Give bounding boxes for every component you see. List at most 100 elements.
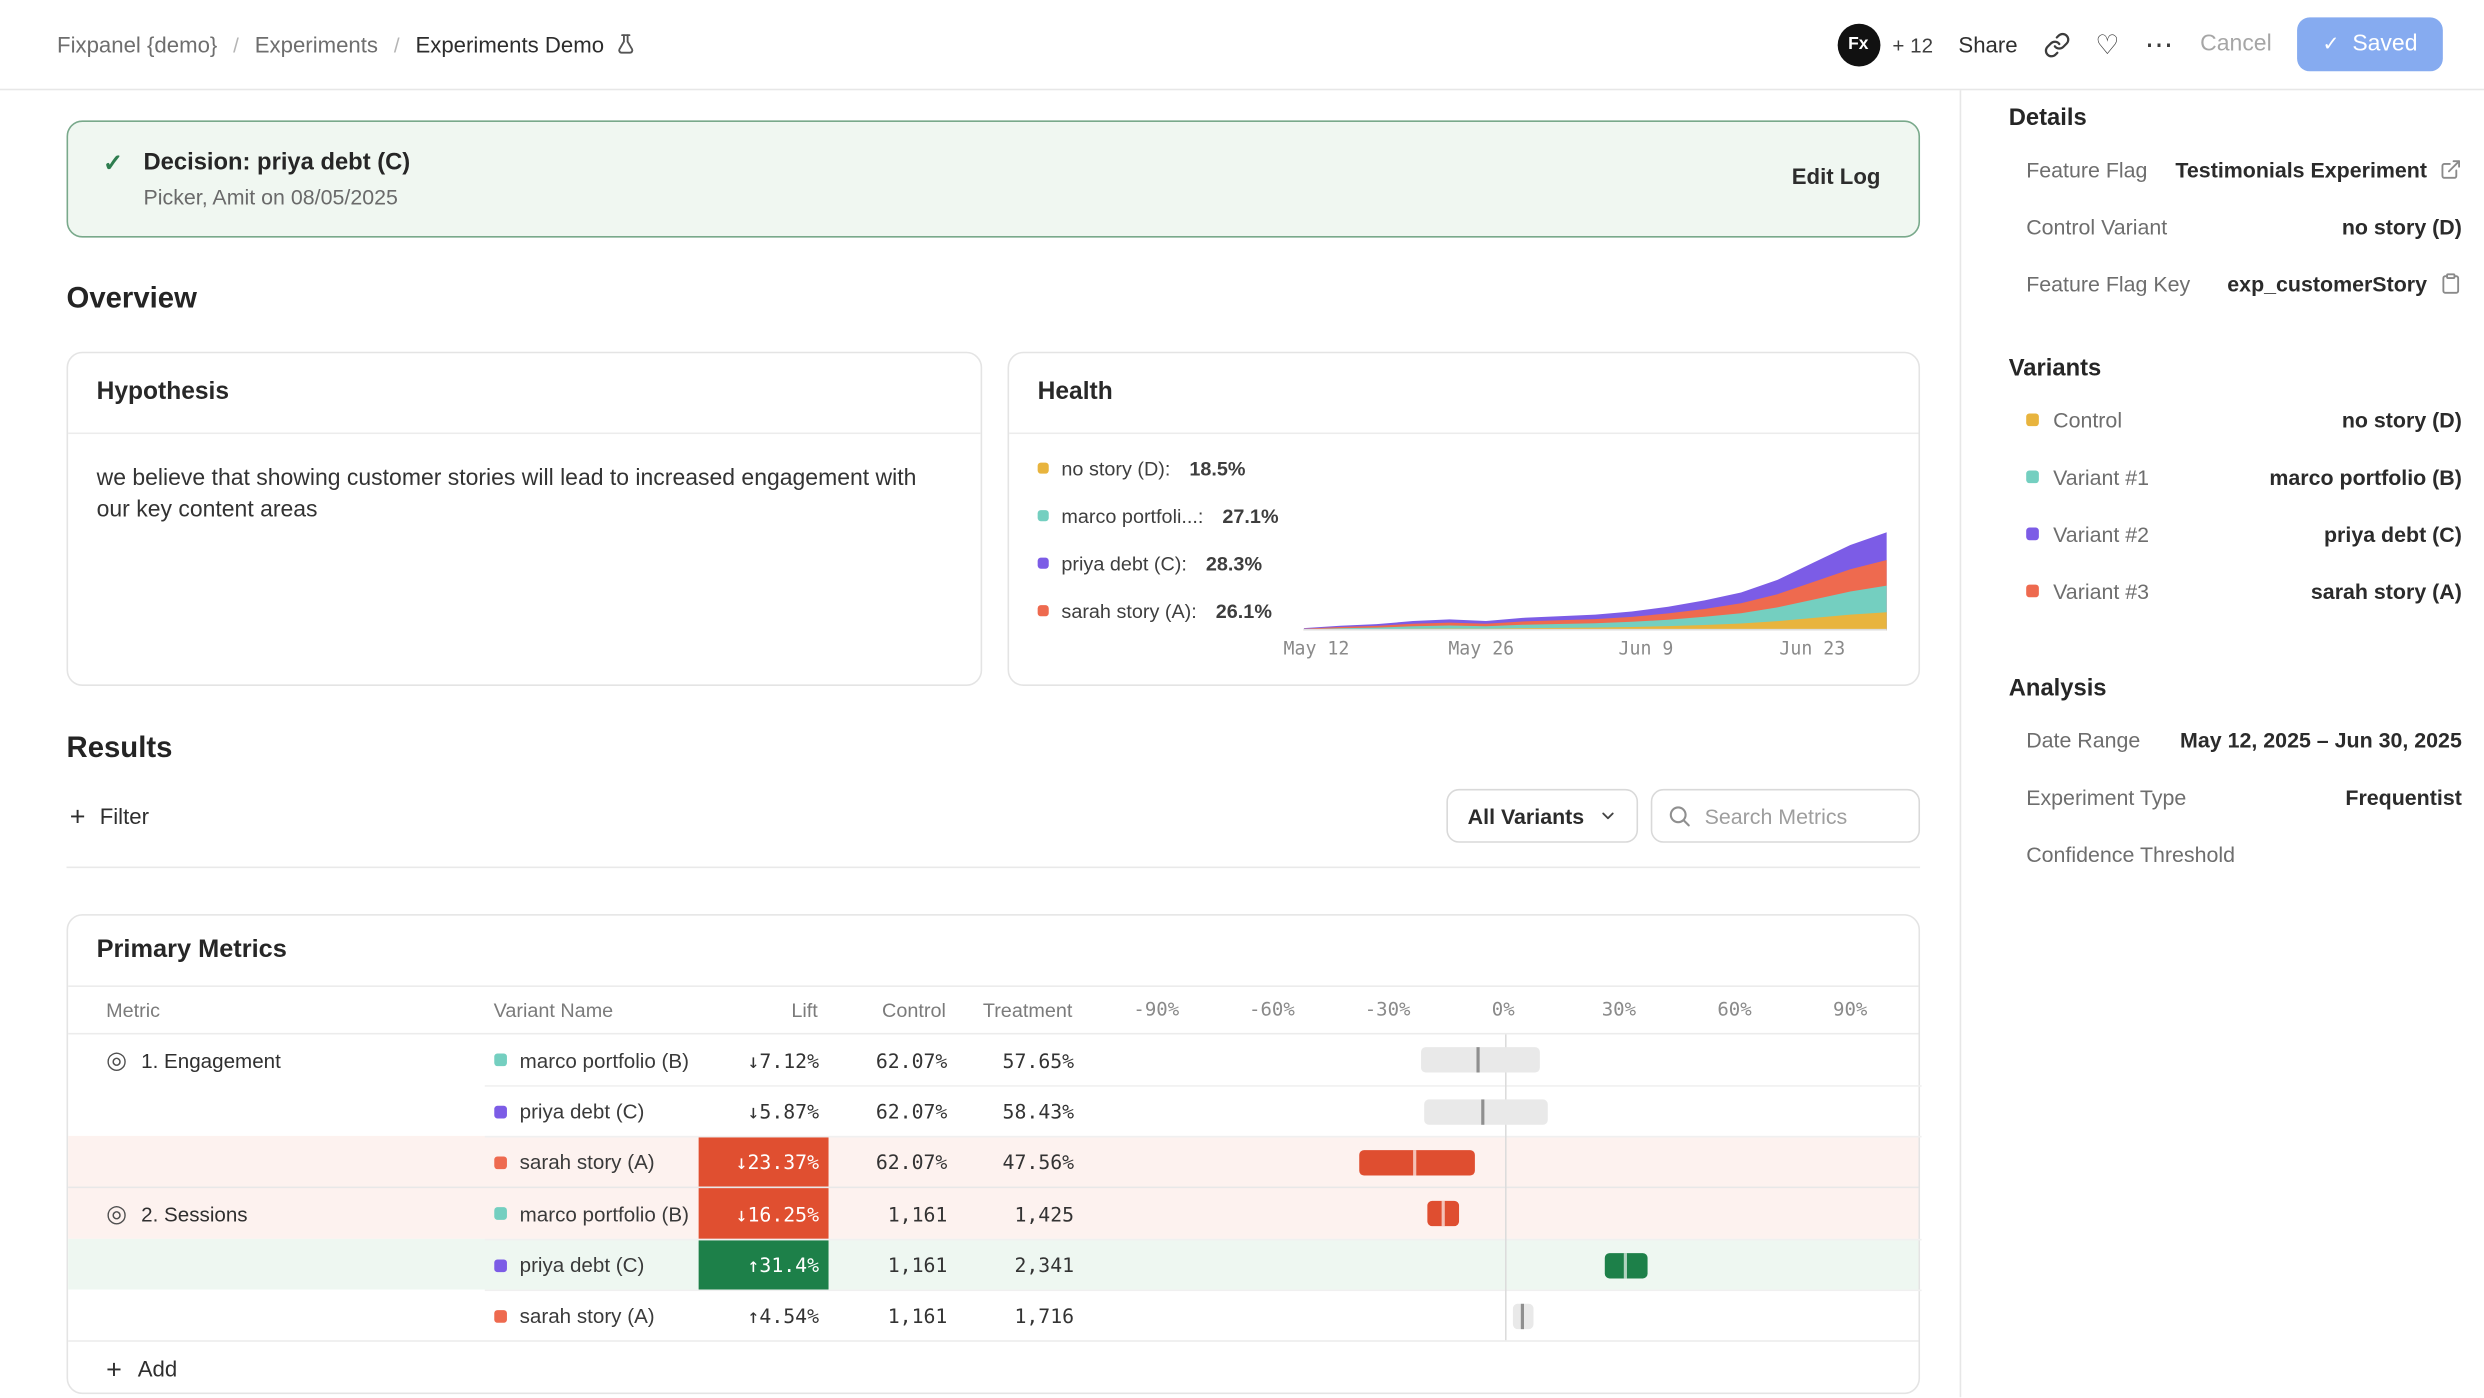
table-row[interactable]: ◎2. Sessionsmarco portfolio (B)↓16.25%1,… [68, 1187, 1918, 1239]
row-cells: priya debt (C)↑31.4%1,1612,341 [485, 1239, 1922, 1290]
breadcrumb-experiments[interactable]: Experiments [255, 32, 378, 57]
detail-value: exp_customerStory [2227, 272, 2427, 296]
legend-item: priya debt (C): 28.3% [1038, 550, 1304, 577]
metric-cell: ◎1. Engagement [68, 1034, 485, 1085]
axis-tick-label: -30% [1365, 998, 1411, 1020]
variant-row: Variant #1marco portfolio (B) [2009, 448, 2462, 505]
ci-chart-cell [1114, 1240, 1922, 1289]
variant-swatch [494, 1309, 507, 1322]
search-icon [1667, 803, 1692, 828]
details-section: Details Feature Flag Testimonials Experi… [2009, 103, 2462, 312]
column-metric: Metric [68, 999, 484, 1021]
favorite-heart-icon[interactable]: ♡ [2095, 31, 2119, 58]
variant-filter-dropdown[interactable]: All Variants [1447, 789, 1638, 843]
plus-icon: + [106, 1355, 122, 1382]
zero-axis-line [1505, 1034, 1507, 1340]
analysis-value: May 12, 2025 – Jun 30, 2025 [2180, 728, 2462, 752]
treatment-value: 1,716 [955, 1304, 1082, 1328]
variant-swatch [494, 1105, 507, 1118]
variant-cell: priya debt (C) [485, 1099, 699, 1123]
share-button[interactable]: Share [1958, 32, 2017, 57]
variant-name: marco portfolio (B) [520, 1202, 689, 1226]
metrics-table-header: Metric Variant Name Lift Control Treatme… [68, 987, 1918, 1035]
avatar[interactable]: Fx [1837, 23, 1880, 66]
plus-icon: + [70, 802, 86, 829]
add-metric-label: Add [138, 1356, 177, 1381]
treatment-value: 2,341 [955, 1253, 1082, 1277]
copy-link-icon[interactable] [2043, 31, 2070, 58]
more-options-icon[interactable]: ⋯ [2145, 30, 2175, 59]
variant-filter-label: All Variants [1468, 804, 1585, 828]
table-row[interactable]: ◎1. Engagementmarco portfolio (B)↓7.12%6… [68, 1034, 1918, 1085]
variant-name: priya debt (C) [520, 1099, 645, 1123]
variants-title: Variants [2009, 353, 2462, 385]
table-row[interactable]: priya debt (C)↑31.4%1,1612,341 [68, 1239, 1918, 1290]
variant-name: marco portfolio (B) [520, 1048, 689, 1072]
column-variant: Variant Name [484, 999, 697, 1021]
saved-button[interactable]: ✓ Saved [2297, 17, 2443, 71]
variant-row-left: Variant #3 [2026, 579, 2149, 603]
variant-swatch [494, 1053, 507, 1066]
variant-label: Variant #3 [2053, 579, 2149, 603]
header-actions: Fx + 12 Share ♡ ⋯ Cancel ✓ Saved [1837, 17, 2443, 71]
metric-cell [68, 1085, 485, 1136]
metrics-search [1651, 789, 1920, 843]
column-lift: Lift [698, 999, 828, 1021]
legend-swatch [1038, 605, 1049, 616]
table-row[interactable]: sarah story (A)↓23.37%62.07%47.56% [68, 1136, 1918, 1187]
breadcrumb-project[interactable]: Fixpanel {demo} [57, 32, 217, 57]
metric-cell [68, 1290, 485, 1341]
breadcrumb-current: Experiments Demo [415, 32, 637, 57]
variant-row-left: Variant #1 [2026, 465, 2149, 489]
hypothesis-body: we believe that showing customer stories… [68, 434, 980, 555]
legend-value: 28.3% [1206, 552, 1262, 574]
treatment-value: 57.65% [955, 1048, 1082, 1072]
variant-value: sarah story (A) [2311, 579, 2462, 603]
variant-name: priya debt (C) [520, 1253, 645, 1277]
ci-chart-cell [1114, 1087, 1922, 1136]
axis-tick-label: -60% [1249, 998, 1295, 1020]
legend-value: 27.1% [1222, 505, 1278, 527]
ci-point-tick [1441, 1201, 1444, 1226]
cancel-button[interactable]: Cancel [2200, 32, 2272, 57]
variant-label: Control [2053, 408, 2122, 432]
legend-value: 26.1% [1216, 600, 1272, 622]
add-filter-button[interactable]: + Filter [67, 802, 149, 829]
control-value: 62.07% [829, 1099, 956, 1123]
variant-label: Variant #2 [2053, 522, 2149, 546]
collaborators-count[interactable]: + 12 [1892, 32, 1933, 56]
edit-log-button[interactable]: Edit Log [1792, 163, 1881, 188]
analysis-title: Analysis [2009, 673, 2462, 705]
variant-cell: marco portfolio (B) [485, 1202, 699, 1226]
legend-label: priya debt (C): [1061, 552, 1186, 574]
target-icon: ◎ [106, 1202, 127, 1226]
breadcrumb-separator: / [233, 32, 239, 56]
legend-item: sarah story (A):26.1% [1038, 597, 1304, 624]
add-metric-button[interactable]: + Add [68, 1340, 1918, 1395]
health-card-title: Health [1009, 353, 1918, 434]
analysis-value: Frequentist [2345, 785, 2461, 809]
detail-row-feature-flag: Feature Flag Testimonials Experiment [2009, 141, 2462, 198]
treatment-value: 1,425 [955, 1202, 1082, 1226]
variant-swatch [494, 1207, 507, 1220]
clipboard-icon[interactable] [2440, 272, 2462, 294]
variant-value: priya debt (C) [2324, 522, 2462, 546]
ci-point-tick [1476, 1047, 1479, 1072]
external-link-icon[interactable] [2440, 158, 2462, 180]
treatment-value: 58.43% [955, 1099, 1082, 1123]
variant-name: sarah story (A) [520, 1150, 655, 1174]
health-chart-svg [1304, 520, 1887, 631]
primary-metrics-title: Primary Metrics [68, 916, 1918, 987]
section-divider [67, 867, 1921, 869]
table-row[interactable]: priya debt (C)↓5.87%62.07%58.43% [68, 1085, 1918, 1136]
detail-label: Control Variant [2026, 215, 2167, 239]
axis-tick-label: -90% [1133, 998, 1179, 1020]
axis-tick-label: 0% [1492, 998, 1515, 1020]
filter-label: Filter [100, 803, 149, 828]
chart-x-label: May 12 [1284, 637, 1350, 659]
legend-label: marco portfoli...: [1061, 505, 1203, 527]
treatment-value: 47.56% [955, 1150, 1082, 1174]
variant-cell: marco portfolio (B) [485, 1048, 699, 1072]
health-chart-area: May 12May 26Jun 9Jun 23 [1304, 434, 1887, 687]
table-row[interactable]: sarah story (A)↑4.54%1,1611,716 [68, 1290, 1918, 1341]
